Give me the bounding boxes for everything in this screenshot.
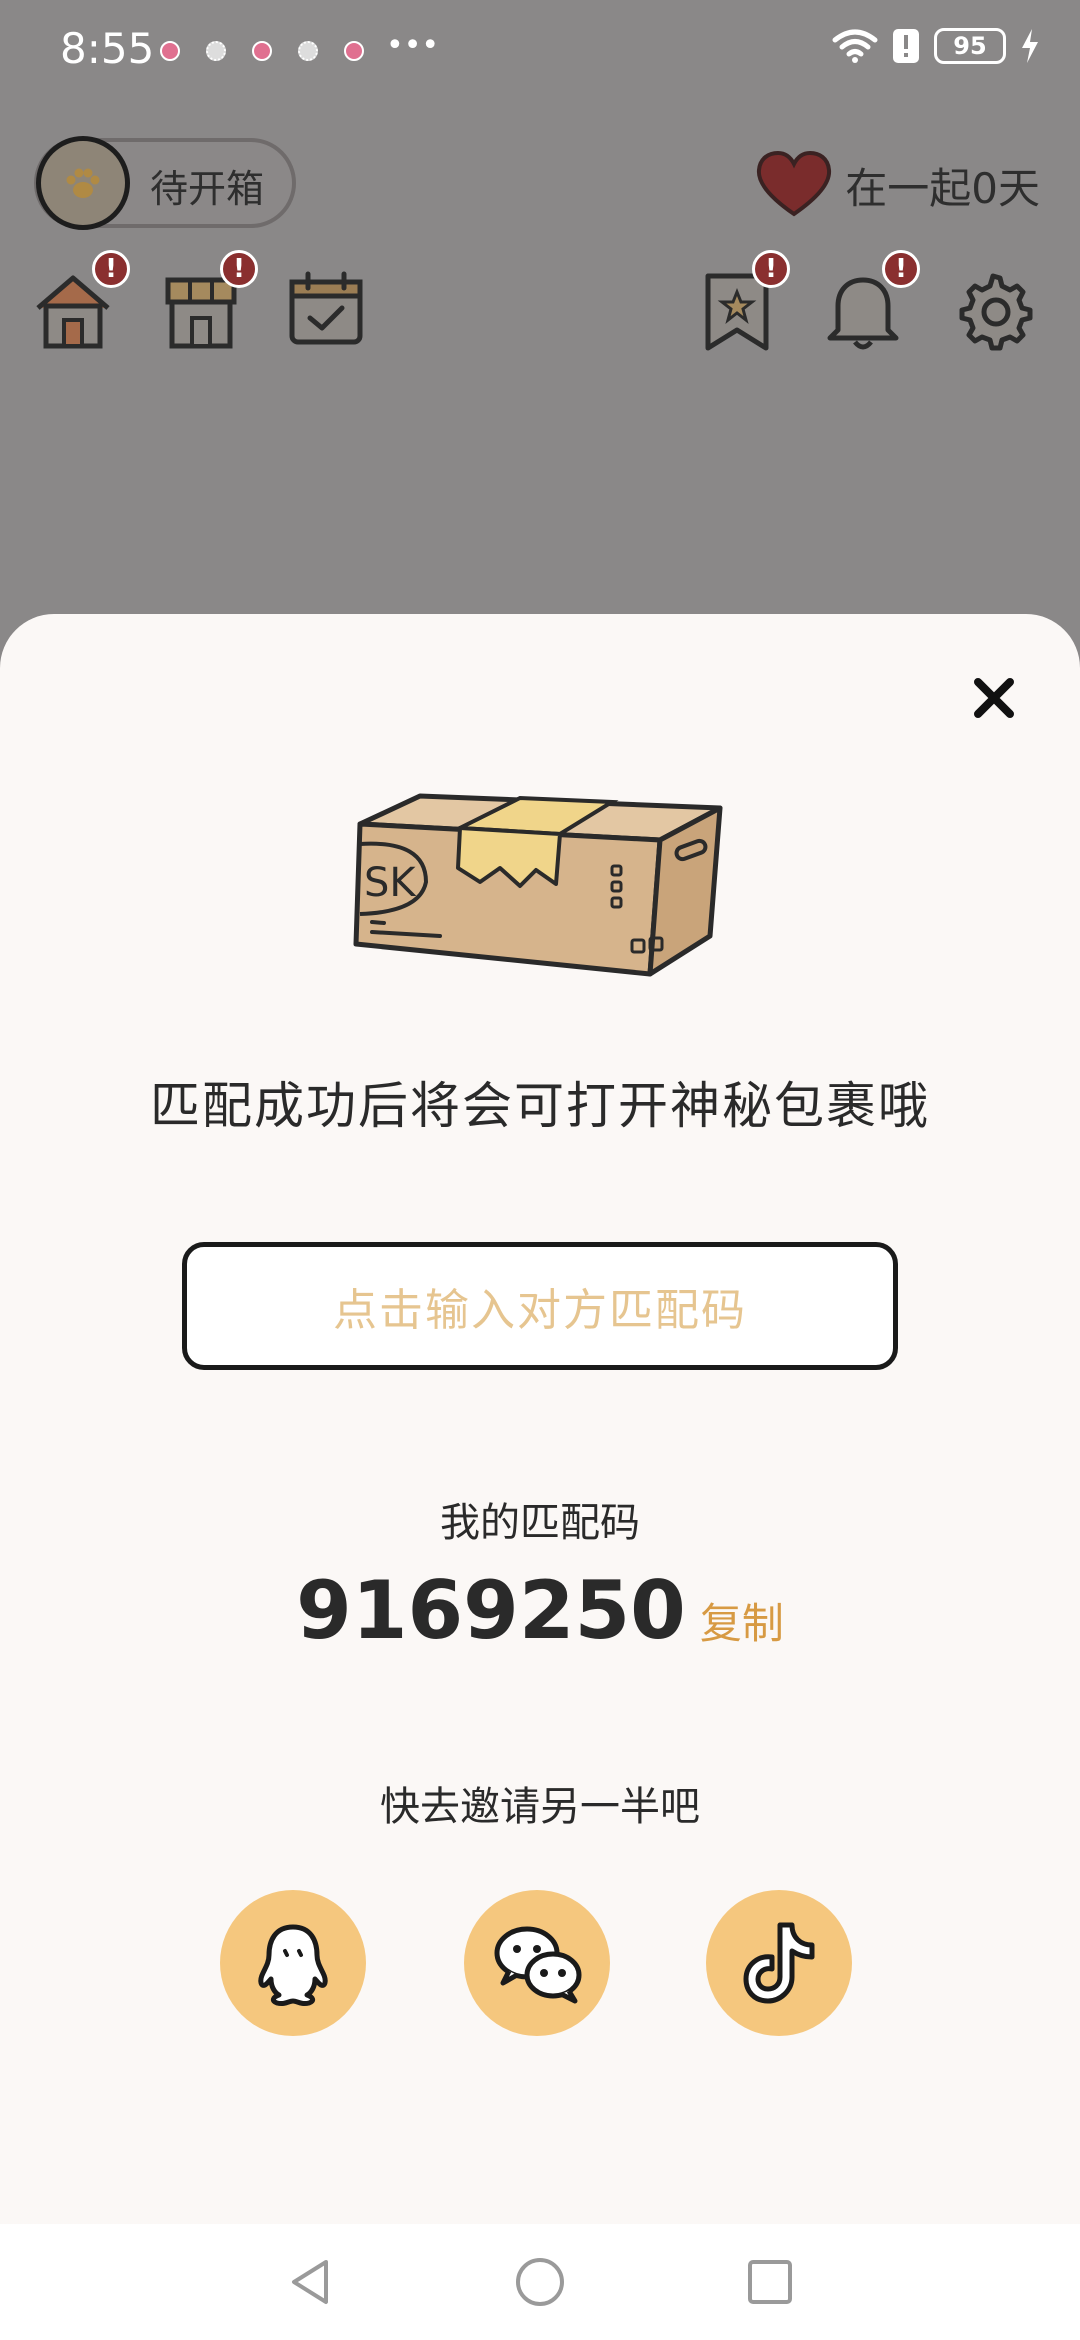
partner-code-input[interactable]: 点击输入对方匹配码 [182,1242,898,1370]
recents-icon[interactable] [742,2254,798,2310]
notification-app-icon [344,40,364,61]
my-code-row: 9169250 复制 [0,1564,1080,1657]
notifications-button[interactable]: ! [820,250,920,358]
back-icon[interactable] [282,2254,338,2310]
together-days: 在一起0天 [755,150,1040,220]
notification-app-icon [160,40,180,61]
close-icon[interactable] [964,668,1024,728]
invite-label: 快去邀请另一半吧 [380,1784,700,1830]
copy-button[interactable]: 复制 [700,1590,784,1651]
together-days-text: 在一起0天 [845,163,1040,213]
notification-app-icon [252,40,272,61]
notification-badge: ! [220,250,258,288]
notification-app-icon [298,40,318,61]
battery-indicator: 95 [934,28,1006,64]
calendar-check-icon [289,271,363,345]
alert-icon [893,29,919,63]
share-wechat-button[interactable] [464,1890,610,2036]
system-nav-bar [0,2224,1080,2340]
calendar-button[interactable] [284,268,374,358]
wechat-icon [494,1926,582,2004]
notification-app-icon [206,40,226,61]
box-label: SK [364,860,417,906]
home-button[interactable]: ! [30,250,130,358]
my-code-label: 我的匹配码 [440,1500,640,1546]
qq-icon [258,1924,328,2007]
charging-icon [1022,29,1038,63]
sheet-message: 匹配成功后将会可打开神秘包裹哦 [150,1077,930,1135]
notification-icons: ••• [160,28,439,63]
notification-badge: ! [752,250,790,288]
share-tiktok-button[interactable] [706,1890,852,2036]
settings-button[interactable] [950,268,1040,358]
match-sheet: SK 匹配成功后将会可打开神秘包裹哦 点击输入对方匹配码 我的匹配码 91692… [0,614,1080,2224]
home-nav-icon[interactable] [512,2254,568,2310]
avatar[interactable] [36,136,130,230]
gear-icon [959,273,1033,351]
heart-icon [757,150,832,217]
notification-badge: ! [882,250,920,288]
status-right: 95 [832,28,1040,64]
share-qq-button[interactable] [220,1890,366,2036]
wifi-icon [832,29,878,63]
status-time: 8:55 [60,24,155,73]
paw-icon [66,168,100,198]
my-code-value: 9169250 [296,1564,686,1657]
more-notifications-icon: ••• [386,28,440,63]
status-label: 待开箱 [150,167,265,211]
status-bar: 8:55 ••• 95 [0,0,1080,110]
shop-button[interactable]: ! [158,250,258,358]
tiktok-icon [743,1922,815,2004]
mystery-package-illustration: SK [353,793,723,977]
favorites-button[interactable]: ! [694,250,790,358]
notification-badge: ! [92,250,130,288]
